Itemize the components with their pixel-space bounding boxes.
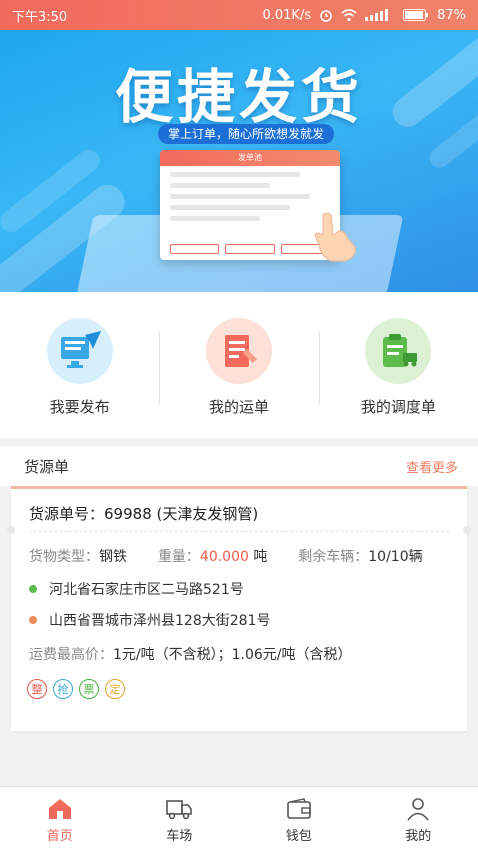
remaining-value: 10/10辆 xyxy=(368,549,423,565)
waybill-icon xyxy=(205,318,272,384)
cargo-type-value: 钢铁 xyxy=(99,549,127,565)
price-label: 运费最高价： xyxy=(29,647,113,663)
battery-icon xyxy=(403,9,429,21)
price-value: 1元/吨（不含税）；1.06元/吨（含税） xyxy=(113,647,352,663)
nav-yard-label: 车场 xyxy=(166,829,193,844)
status-time: 下午3:50 xyxy=(12,9,68,25)
section-title: 货源单 xyxy=(24,457,70,476)
remaining-label: 剩余车辆： xyxy=(298,549,369,565)
profile-icon xyxy=(407,798,429,821)
signal-icon xyxy=(365,9,389,21)
dispatch-icon xyxy=(365,318,432,384)
nav-home[interactable]: 首页 xyxy=(0,787,120,850)
destination-dot-icon xyxy=(29,616,37,624)
hand-pointer-icon xyxy=(314,212,356,262)
cargo-info-row: 货物类型：钢铁 重量：40.000 吨 剩余车辆：10/10辆 xyxy=(29,546,423,566)
cargo-type-label: 货物类型： xyxy=(29,549,99,565)
wallet-icon xyxy=(286,798,311,819)
status-bar: 下午3:50 0.01K/s 87% xyxy=(0,0,478,30)
promo-banner[interactable]: 便捷发货 掌上订单，随心所欲想发就发 发单池 xyxy=(0,30,478,292)
home-icon xyxy=(48,799,71,819)
dispatch-label: 我的调度单 xyxy=(360,398,436,416)
origin-text: 河北省石家庄市区二马路521号 xyxy=(49,582,244,598)
weight-label: 重量： xyxy=(157,549,200,565)
destination-address: 山西省晋城市泽州县128大街281号 xyxy=(29,610,270,630)
nav-profile[interactable]: 我的 xyxy=(359,787,478,850)
freight-number-value: 69988 (天津友发钢管) xyxy=(104,505,259,523)
mockup-header: 发单池 xyxy=(160,150,340,166)
banner-title: 便捷发货 xyxy=(114,63,363,131)
truck-icon xyxy=(166,800,193,820)
battery-percent: 87% xyxy=(437,7,466,23)
nav-yard[interactable]: 车场 xyxy=(120,787,240,850)
origin-address: 河北省石家庄市区二马路521号 xyxy=(29,579,244,599)
nav-home-label: 首页 xyxy=(46,829,73,844)
banner-subtitle: 掌上订单，随心所欲想发就发 xyxy=(158,124,335,144)
tag-fixed: 定 xyxy=(105,679,125,699)
tag-grab: 抢 xyxy=(53,679,73,699)
my-waybill-button[interactable]: 我的运单 xyxy=(159,292,318,438)
waybill-label: 我的运单 xyxy=(208,398,269,416)
tag-list: 整 抢 票 定 xyxy=(27,679,125,699)
my-dispatch-button[interactable]: 我的调度单 xyxy=(318,292,478,438)
freight-number: 货源单号：69988 (天津友发钢管) xyxy=(29,503,258,524)
weight-value: 40.000 xyxy=(199,549,249,565)
origin-dot-icon xyxy=(29,585,37,593)
publish-label: 我要发布 xyxy=(49,398,110,416)
freight-number-label: 货源单号： xyxy=(29,505,105,523)
nav-profile-label: 我的 xyxy=(405,829,432,844)
alarm-icon xyxy=(320,10,332,22)
divider xyxy=(29,531,449,532)
view-more-link[interactable]: 查看更多 xyxy=(406,457,458,476)
nav-wallet[interactable]: 钱包 xyxy=(239,787,359,850)
network-speed: 0.01K/s xyxy=(262,7,312,23)
weight-unit: 吨 xyxy=(253,549,268,565)
tag-whole: 整 xyxy=(27,679,47,699)
bottom-nav: 首页 车场 钱包 我的 xyxy=(0,786,478,850)
freight-section-header: 货源单 查看更多 xyxy=(0,446,478,486)
tag-invoice: 票 xyxy=(79,679,99,699)
nav-wallet-label: 钱包 xyxy=(285,829,312,844)
destination-text: 山西省晋城市泽州县128大街281号 xyxy=(49,613,271,629)
publish-icon xyxy=(46,318,113,384)
freight-card[interactable]: 货源单号：69988 (天津友发钢管) 货物类型：钢铁 重量：40.000 吨 … xyxy=(7,486,471,731)
quick-actions: 我要发布 我的运单 我的调度单 xyxy=(0,292,478,438)
publish-button[interactable]: 我要发布 xyxy=(0,292,159,438)
price-row: 运费最高价：1元/吨（不含税）；1.06元/吨（含税） xyxy=(29,644,352,664)
wifi-icon xyxy=(341,8,357,21)
